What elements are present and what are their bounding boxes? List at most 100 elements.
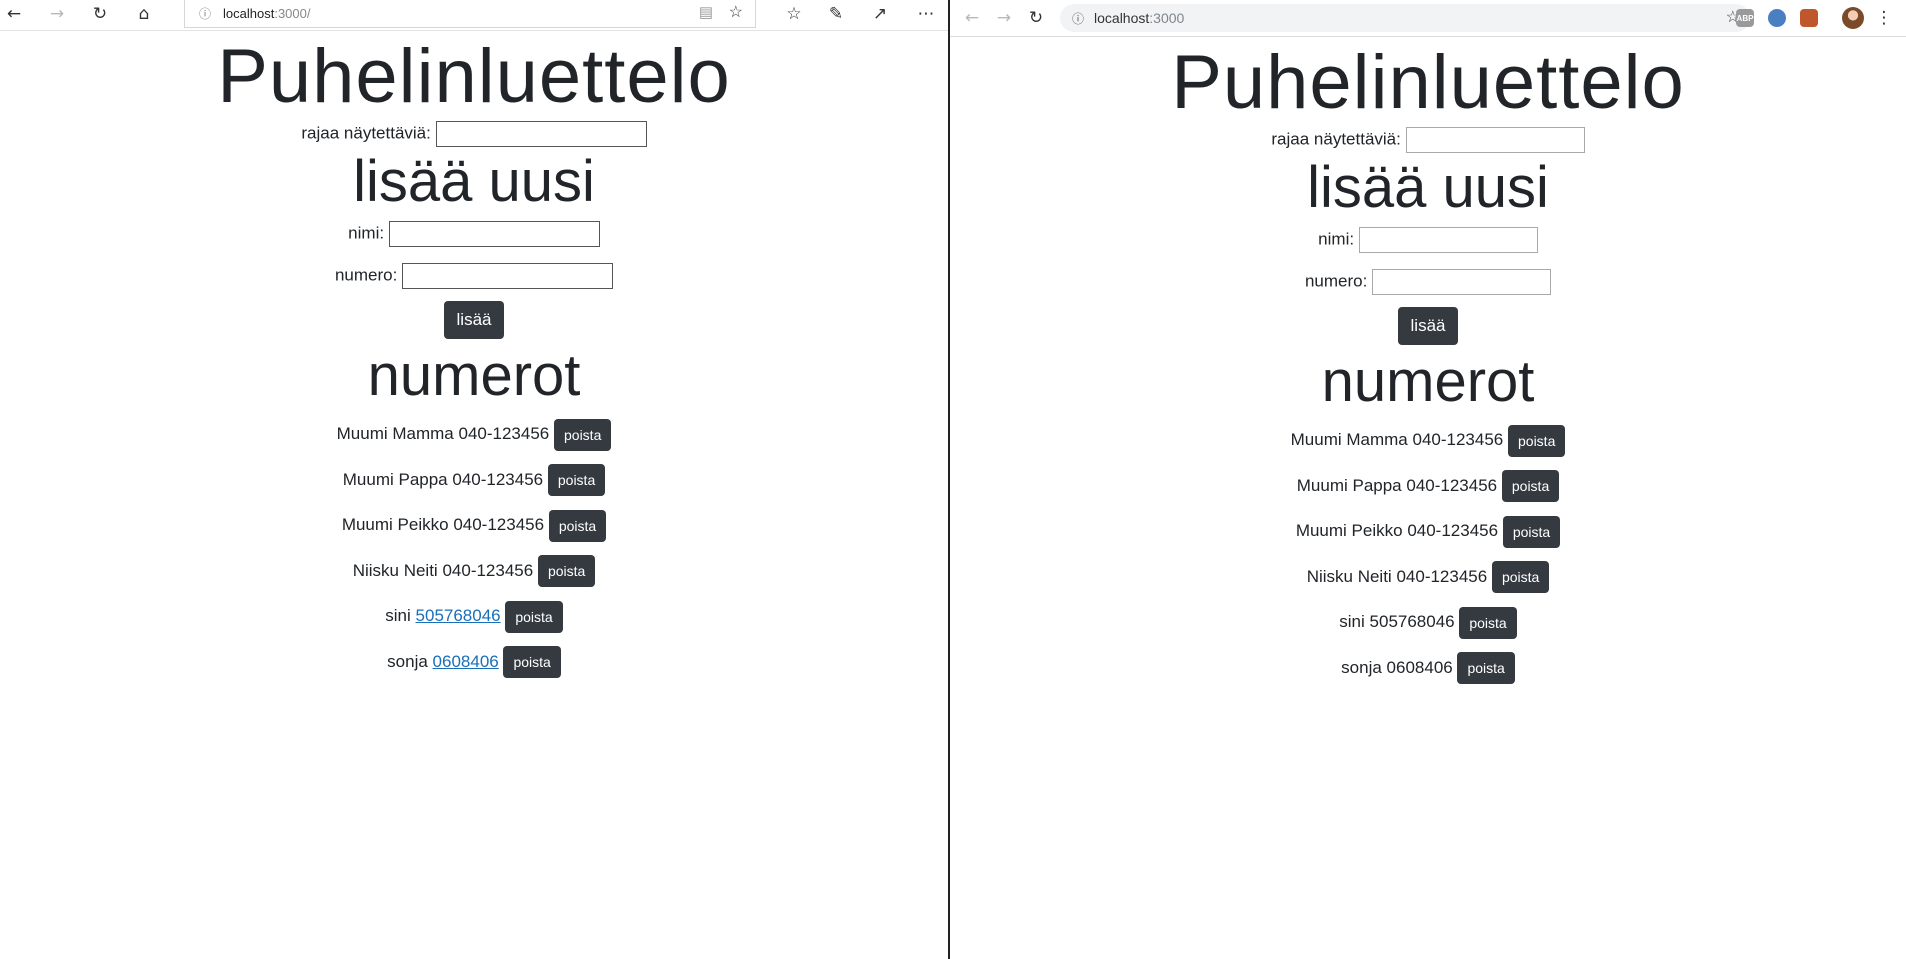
favorite-star-icon[interactable]: ☆: [729, 2, 743, 22]
phone-number-link[interactable]: 505768046: [416, 606, 501, 625]
site-info-icon[interactable]: ⓘ: [1072, 10, 1084, 27]
back-icon[interactable]: ←: [0, 0, 28, 28]
add-heading: lisää uusi: [353, 149, 595, 214]
list-item: sonja 0608406 poista: [950, 651, 1906, 685]
person-number: 505768046: [1369, 612, 1455, 632]
list-heading: numerot: [1321, 349, 1535, 414]
share-icon[interactable]: ↗: [866, 0, 894, 28]
person-name: Niisku Neiti: [352, 560, 438, 580]
reading-view-icon[interactable]: ▤: [699, 3, 713, 21]
delete-button[interactable]: poista: [503, 646, 561, 679]
address-bar[interactable]: ⓘ localhost:3000/ ▤ ☆: [184, 0, 756, 28]
adblock-extension-icon[interactable]: ABP: [1736, 9, 1754, 27]
person-number: 040-123456: [1407, 521, 1499, 541]
person-name: Muumi Peikko: [341, 515, 449, 535]
filter-label: rajaa näytettäviä:: [1271, 129, 1401, 149]
profile-avatar[interactable]: [1842, 7, 1864, 29]
delete-button[interactable]: poista: [547, 464, 606, 497]
refresh-icon[interactable]: ↻: [86, 0, 114, 28]
person-name: Niisku Neiti: [1306, 566, 1392, 586]
delete-button[interactable]: poista: [1508, 424, 1566, 457]
page-title: Puhelinluettelo: [1171, 40, 1685, 125]
name-input[interactable]: [388, 221, 600, 247]
site-info-icon[interactable]: ⓘ: [199, 5, 211, 22]
name-input[interactable]: [1358, 227, 1538, 253]
favorites-list-icon[interactable]: ☆: [780, 0, 808, 28]
list-item: sini 505768046 poista: [950, 605, 1906, 639]
filter-label: rajaa näytettäviä:: [301, 123, 431, 143]
delete-button[interactable]: poista: [554, 418, 612, 451]
filter-input[interactable]: [1405, 127, 1585, 153]
reload-icon[interactable]: ↻: [1022, 4, 1050, 32]
address-bar[interactable]: ⓘ localhost:3000 ☆: [1060, 4, 1750, 32]
forward-icon[interactable]: →: [990, 4, 1018, 32]
url-host: localhost: [1094, 10, 1150, 26]
person-name: Muumi Pappa: [1296, 475, 1402, 495]
add-button[interactable]: lisää: [1397, 307, 1459, 345]
url-host: localhost: [223, 6, 275, 21]
home-icon[interactable]: ⌂: [130, 0, 158, 28]
page-title: Puhelinluettelo: [217, 34, 731, 119]
edge-toolbar: ← → ↻ ⌂ ⓘ localhost:3000/ ▤ ☆ ☆ ✎ ↗ ⋯: [0, 0, 948, 31]
person-number: 040-123456: [458, 424, 550, 443]
person-number: 040-123456: [442, 560, 534, 580]
delete-button[interactable]: poista: [1457, 652, 1515, 685]
delete-button[interactable]: poista: [1491, 561, 1550, 594]
list-item: Muumi Pappa 040-123456 poista: [950, 469, 1906, 503]
person-list: Muumi Mamma 040-123456 poista Muumi Papp…: [0, 417, 948, 679]
back-icon[interactable]: ←: [958, 4, 986, 32]
name-label: nimi:: [1318, 229, 1355, 249]
person-name: Muumi Mamma: [336, 424, 454, 443]
menu-icon[interactable]: ⋮: [1870, 4, 1898, 32]
list-item: Muumi Mamma 040-123456 poista: [0, 417, 948, 451]
filter-input[interactable]: [435, 121, 647, 147]
chrome-toolbar: ← → ↻ ⓘ localhost:3000 ☆ ABP ⋮: [950, 0, 1906, 37]
person-number: 040-123456: [452, 469, 544, 489]
url-rest: :3000/: [274, 6, 311, 21]
list-item: Muumi Pappa 040-123456 poista: [0, 463, 948, 497]
person-name: sonja: [387, 651, 428, 671]
list-item: Niisku Neiti 040-123456 poista: [950, 560, 1906, 594]
person-name: sini: [1339, 612, 1365, 632]
person-number: 040-123456: [1396, 566, 1488, 586]
add-heading: lisää uusi: [1307, 155, 1549, 220]
forward-icon[interactable]: →: [43, 0, 71, 28]
list-item: Muumi Peikko 040-123456 poista: [0, 508, 948, 542]
name-row: nimi:: [0, 221, 948, 247]
number-row: numero:: [0, 263, 948, 289]
person-number: 0608406: [1386, 657, 1453, 677]
url-rest: :3000: [1149, 10, 1185, 26]
extension-icon[interactable]: [1800, 9, 1818, 27]
name-label: nimi:: [348, 223, 385, 243]
pen-icon[interactable]: ✎: [822, 0, 850, 28]
more-icon[interactable]: ⋯: [912, 0, 940, 28]
person-list: Muumi Mamma 040-123456 poista Muumi Papp…: [950, 423, 1906, 685]
number-input[interactable]: [1372, 269, 1552, 295]
person-name: Muumi Mamma: [1290, 430, 1408, 449]
list-item: Muumi Mamma 040-123456 poista: [950, 423, 1906, 457]
list-heading: numerot: [367, 343, 581, 408]
list-item: Niisku Neiti 040-123456 poista: [0, 554, 948, 588]
number-label: numero:: [334, 265, 398, 285]
person-name: Muumi Peikko: [1295, 521, 1403, 541]
person-name: sonja: [1341, 657, 1382, 677]
delete-button[interactable]: poista: [1501, 470, 1560, 503]
delete-button[interactable]: poista: [505, 600, 563, 633]
number-input[interactable]: [402, 263, 614, 289]
filter-row: rajaa näytettäviä:: [950, 127, 1906, 153]
phone-number-link[interactable]: 0608406: [433, 652, 499, 671]
name-row: nimi:: [950, 227, 1906, 253]
delete-button[interactable]: poista: [548, 509, 607, 542]
delete-button[interactable]: poista: [537, 555, 596, 588]
person-number: 040-123456: [453, 515, 545, 535]
delete-button[interactable]: poista: [1459, 606, 1517, 639]
person-number: 040-123456: [1406, 475, 1498, 495]
edge-browser-window: ← → ↻ ⌂ ⓘ localhost:3000/ ▤ ☆ ☆ ✎ ↗ ⋯ Pu…: [0, 0, 950, 959]
filter-row: rajaa näytettäviä:: [0, 121, 948, 147]
person-name: sini: [385, 606, 411, 626]
list-item: Muumi Peikko 040-123456 poista: [950, 514, 1906, 548]
add-button[interactable]: lisää: [443, 301, 505, 339]
extension-icon[interactable]: [1768, 9, 1786, 27]
delete-button[interactable]: poista: [1502, 515, 1561, 548]
number-label: numero:: [1304, 271, 1368, 291]
